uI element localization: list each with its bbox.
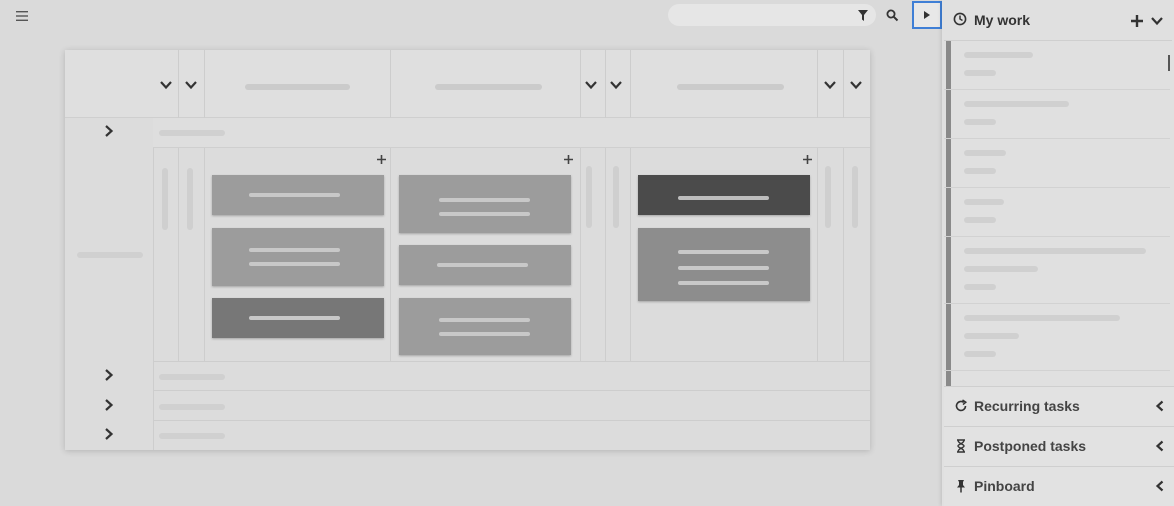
sidebar-toggle-button[interactable] <box>912 1 942 29</box>
chevron-down-icon[interactable] <box>159 78 173 92</box>
column-divider <box>630 148 631 361</box>
list-item[interactable] <box>944 41 1170 90</box>
row-header-divider <box>153 118 154 450</box>
my-work-sidebar: My work Recurring tasks Postponed tasks … <box>942 0 1174 506</box>
column-divider <box>630 50 631 118</box>
caret-right-icon <box>924 11 930 19</box>
chevron-down-icon[interactable] <box>184 78 198 92</box>
task-card[interactable] <box>212 228 384 286</box>
plus-icon[interactable] <box>1131 15 1143 27</box>
plus-icon[interactable] <box>377 155 386 164</box>
column-divider <box>178 50 179 118</box>
column-divider <box>817 50 818 118</box>
section-label: Pinboard <box>974 478 1035 494</box>
column-divider <box>605 148 606 361</box>
chevron-right-icon[interactable] <box>102 427 116 441</box>
chevron-down-icon[interactable] <box>849 78 863 92</box>
pin-icon <box>957 480 965 493</box>
swimlane-divider <box>153 420 870 421</box>
task-card[interactable] <box>399 175 571 233</box>
collapsed-column-pill <box>586 166 592 228</box>
column-divider <box>580 50 581 118</box>
column-divider <box>178 148 179 361</box>
task-card[interactable] <box>399 245 571 285</box>
section-label: Postponed tasks <box>974 438 1087 454</box>
task-card[interactable] <box>638 228 810 301</box>
swimlane-title-placeholder <box>159 374 225 380</box>
kanban-board <box>65 50 870 450</box>
row-label-placeholder <box>77 252 143 258</box>
plus-icon[interactable] <box>564 155 573 164</box>
column-divider <box>843 148 844 361</box>
refresh-icon <box>955 399 968 412</box>
swimlane-divider <box>153 390 870 391</box>
filter-icon[interactable] <box>858 10 868 21</box>
chevron-down-icon[interactable] <box>609 78 623 92</box>
column-divider <box>390 148 391 361</box>
collapsed-column-pill <box>825 166 831 228</box>
recurring-tasks-section[interactable]: Recurring tasks <box>944 386 1174 426</box>
search-icon[interactable] <box>886 9 899 22</box>
swimlane-divider <box>153 361 870 362</box>
column-title-placeholder <box>435 84 542 90</box>
column-divider <box>390 50 391 118</box>
hamburger-menu-icon <box>16 11 28 21</box>
list-item[interactable] <box>944 90 1170 139</box>
collapsed-column-pill <box>187 168 193 230</box>
task-card[interactable] <box>638 175 810 215</box>
column-divider <box>580 148 581 361</box>
chevron-down-icon[interactable] <box>823 78 837 92</box>
swimlane-title-placeholder <box>159 433 225 439</box>
chevron-right-icon[interactable] <box>102 368 116 382</box>
pinboard-section[interactable]: Pinboard <box>944 466 1174 506</box>
postponed-tasks-section[interactable]: Postponed tasks <box>944 426 1174 466</box>
chevron-right-icon[interactable] <box>102 398 116 412</box>
list-item[interactable] <box>944 139 1170 188</box>
section-label: Recurring tasks <box>974 398 1080 414</box>
swimlane-title-placeholder <box>159 130 225 136</box>
my-work-list <box>944 40 1172 386</box>
list-item[interactable] <box>944 188 1170 237</box>
chevron-down-icon[interactable] <box>1150 15 1164 27</box>
menu-button[interactable] <box>12 8 32 24</box>
column-divider <box>605 50 606 118</box>
column-divider <box>817 148 818 361</box>
scrollbar-thumb[interactable] <box>1168 55 1170 71</box>
chevron-left-icon[interactable] <box>1154 440 1166 452</box>
column-divider <box>204 50 205 118</box>
list-item[interactable] <box>944 371 1170 386</box>
column-title-placeholder <box>677 84 784 90</box>
column-title-placeholder <box>245 84 350 90</box>
hourglass-icon <box>957 439 965 453</box>
collapsed-column-pill <box>852 166 858 228</box>
plus-icon[interactable] <box>803 155 812 164</box>
collapsed-column-pill <box>613 166 619 228</box>
chevron-left-icon[interactable] <box>1154 400 1166 412</box>
list-item[interactable] <box>944 237 1170 304</box>
column-divider <box>204 148 205 361</box>
task-card[interactable] <box>212 298 384 338</box>
column-divider <box>843 50 844 118</box>
clock-icon <box>953 12 967 26</box>
search-input[interactable] <box>668 4 876 26</box>
sidebar-title: My work <box>974 12 1031 28</box>
chevron-down-icon[interactable] <box>584 78 598 92</box>
collapsed-column-pill <box>162 168 168 230</box>
swimlane-header[interactable] <box>153 118 870 148</box>
chevron-left-icon[interactable] <box>1154 480 1166 492</box>
task-card[interactable] <box>212 175 384 215</box>
list-item[interactable] <box>944 304 1170 371</box>
task-card[interactable] <box>399 298 571 355</box>
chevron-right-icon[interactable] <box>102 124 116 138</box>
swimlane-title-placeholder <box>159 404 225 410</box>
